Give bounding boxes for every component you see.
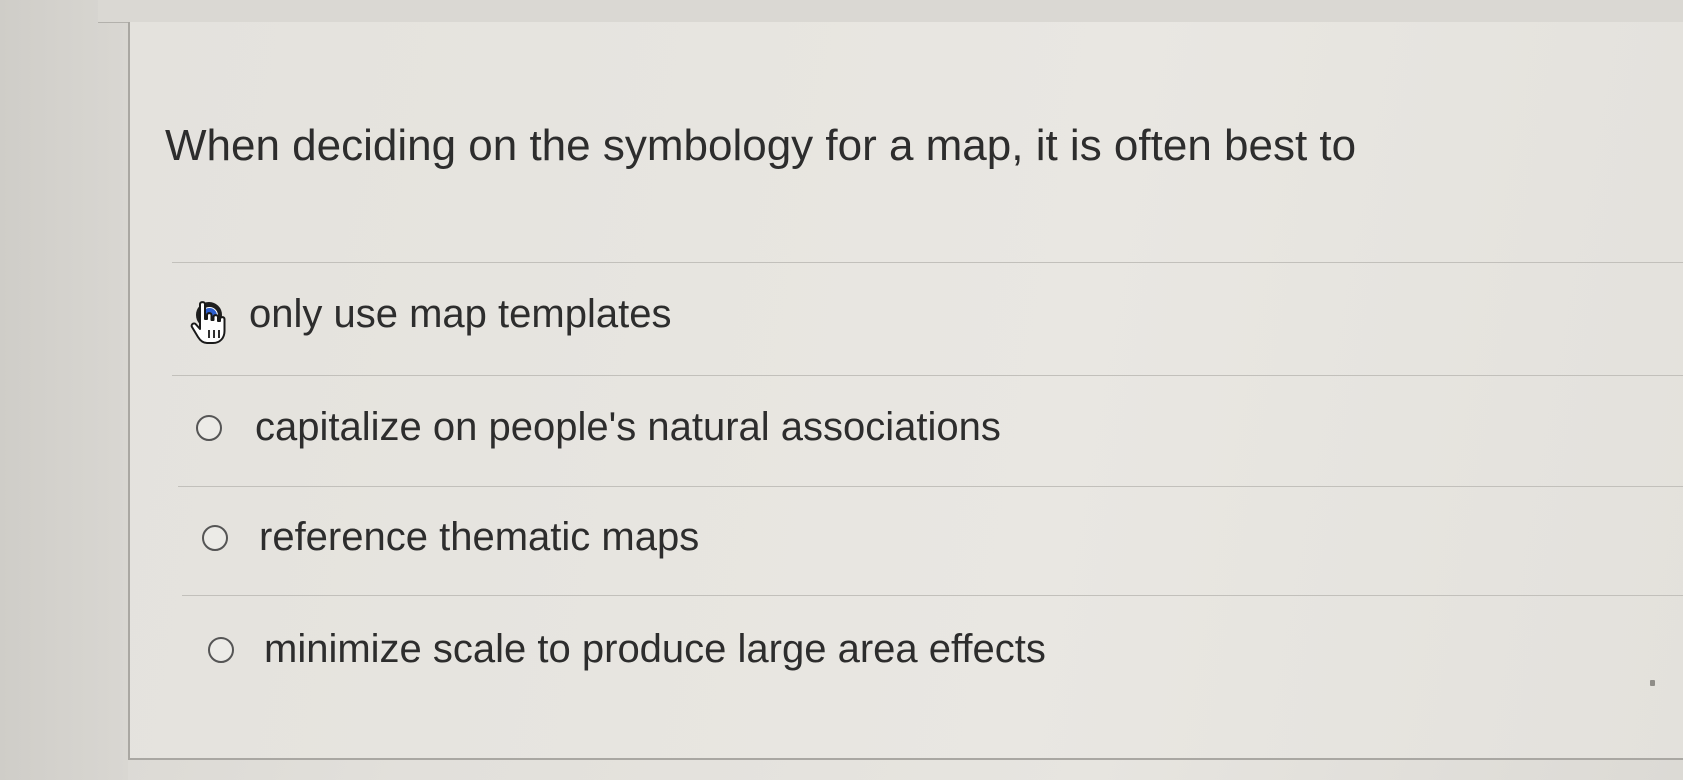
divider [182, 595, 1683, 596]
answer-option-label[interactable]: minimize scale to produce large area eff… [264, 625, 1046, 673]
answer-option-4[interactable]: minimize scale to produce large area eff… [0, 622, 1683, 682]
divider [172, 375, 1683, 376]
answer-option-label[interactable]: capitalize on people's natural associati… [255, 403, 1001, 451]
question-text: When deciding on the symbology for a map… [165, 121, 1357, 170]
answer-option-1[interactable]: only use map templates [0, 286, 1683, 346]
answer-option-3[interactable]: reference thematic maps [0, 510, 1683, 570]
hand-pointer-icon [190, 301, 226, 344]
radio-button[interactable] [202, 525, 228, 551]
answer-option-label[interactable]: reference thematic maps [259, 513, 699, 561]
divider [178, 486, 1683, 487]
radio-button[interactable] [196, 415, 222, 441]
divider [172, 262, 1683, 263]
answer-option-2[interactable]: capitalize on people's natural associati… [0, 398, 1683, 458]
top-strip [98, 0, 1683, 23]
radio-button[interactable] [208, 637, 234, 663]
screen-speck [1650, 680, 1655, 686]
answer-option-label[interactable]: only use map templates [249, 290, 671, 338]
